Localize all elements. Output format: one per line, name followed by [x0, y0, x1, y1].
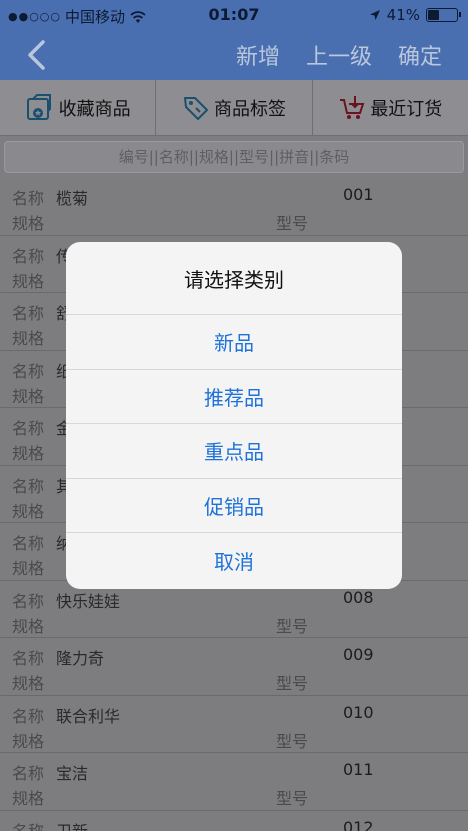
product-name: 宝洁 [56, 764, 89, 783]
nav-bar: 新增 上一级 确定 [0, 30, 468, 80]
confirm-button[interactable]: 确定 [398, 39, 442, 71]
favorite-products-button[interactable]: 收藏商品 [0, 80, 157, 135]
battery-fill [428, 10, 440, 20]
product-code: 010 [343, 702, 374, 722]
product-tags-label: 商品标签 [213, 98, 286, 120]
search-row [0, 136, 468, 178]
name-label: 名称 [12, 476, 45, 496]
name-label: 名称 [12, 419, 45, 438]
spec-label: 规格 [12, 616, 45, 636]
favorite-product-icon [26, 93, 51, 120]
product-name: 快乐娃娃 [56, 591, 121, 611]
spec-label: 规格 [12, 271, 45, 291]
product-name: 隆力奇 [56, 649, 105, 668]
spec-label: 规格 [12, 789, 45, 808]
battery-icon [426, 8, 461, 22]
battery-percent: 41% [386, 6, 420, 24]
list-item[interactable]: 名称 快乐娃娃 008 规格 型号 [0, 581, 468, 638]
name-label: 名称 [12, 534, 45, 553]
list-item[interactable]: 名称 隆力奇 009 规格 型号 [0, 638, 468, 696]
product-name: 联合利华 [56, 706, 121, 726]
recent-orders-button[interactable]: 最近订货 [313, 80, 468, 135]
dialog-title: 请选择类别 [66, 242, 402, 315]
spec-label: 规格 [12, 731, 45, 751]
cart-download-icon [340, 95, 365, 119]
name-label: 名称 [12, 649, 45, 668]
product-name: 榄菊 [56, 189, 89, 208]
toolbar: 收藏商品 商品标签 最近订货 [0, 80, 468, 136]
recent-orders-label: 最近订货 [370, 98, 443, 120]
name-label: 名称 [12, 361, 45, 381]
product-code: 011 [343, 760, 374, 779]
spec-label: 规格 [12, 214, 45, 233]
name-label: 名称 [12, 189, 45, 208]
model-label: 型号 [276, 214, 309, 233]
model-label: 型号 [276, 674, 309, 693]
spec-label: 规格 [12, 674, 45, 693]
option-promotion[interactable]: 促销品 [66, 479, 402, 533]
tag-icon [183, 96, 208, 120]
option-recommended[interactable]: 推荐品 [66, 370, 402, 424]
list-item[interactable]: 名称 榄菊 001 规格 型号 [0, 178, 468, 236]
product-code: 009 [343, 645, 374, 664]
spec-label: 规格 [12, 559, 45, 578]
add-button[interactable]: 新增 [236, 39, 280, 71]
model-label: 型号 [276, 789, 309, 808]
product-tags-button[interactable]: 商品标签 [156, 80, 313, 135]
list-item[interactable]: 名称 联合利华 010 规格 型号 [0, 696, 468, 753]
search-input[interactable] [4, 141, 464, 173]
name-label: 名称 [12, 764, 45, 783]
name-label: 名称 [12, 706, 45, 726]
product-name: 卫新 [56, 821, 89, 831]
up-level-button[interactable]: 上一级 [306, 39, 372, 71]
spec-label: 规格 [12, 329, 45, 348]
chevron-left-icon[interactable] [22, 38, 54, 72]
spec-label: 规格 [12, 444, 45, 463]
spec-label: 规格 [12, 386, 45, 406]
name-label: 名称 [12, 821, 45, 831]
nav-actions: 新增 上一级 确定 [236, 30, 468, 80]
status-right: 41% [369, 6, 461, 24]
name-label: 名称 [12, 304, 45, 323]
product-code: 001 [343, 185, 374, 204]
product-code: 012 [343, 817, 374, 831]
location-arrow-icon [369, 10, 380, 20]
option-new[interactable]: 新品 [66, 315, 402, 370]
product-code: 008 [343, 587, 374, 607]
favorite-products-label: 收藏商品 [58, 98, 131, 120]
name-label: 名称 [12, 591, 45, 611]
model-label: 型号 [276, 616, 309, 636]
spec-label: 规格 [12, 501, 45, 521]
list-item[interactable]: 名称 卫新 012 [0, 811, 468, 831]
option-key[interactable]: 重点品 [66, 424, 402, 479]
model-label: 型号 [276, 731, 309, 751]
status-bar: ●●○○○ 中国移动 01:07 41% [0, 0, 468, 30]
list-item[interactable]: 名称 宝洁 011 规格 型号 [0, 753, 468, 811]
name-label: 名称 [12, 246, 45, 266]
cancel-button[interactable]: 取消 [66, 533, 402, 588]
category-dialog: 请选择类别 新品 推荐品 重点品 促销品 取消 [66, 242, 402, 589]
